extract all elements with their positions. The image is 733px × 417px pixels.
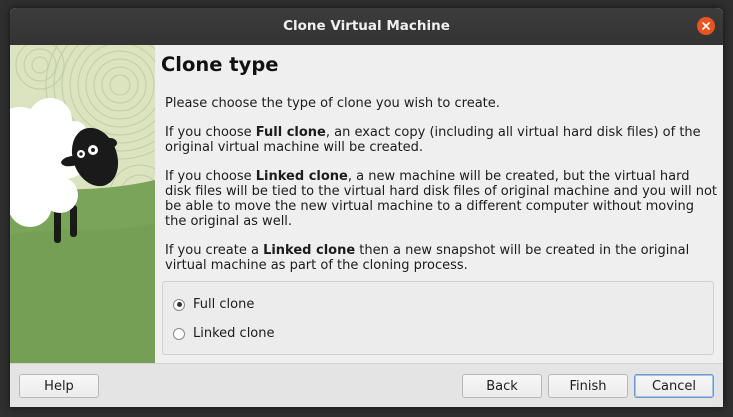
content-panel: Clone type Please choose the type of clo…	[155, 45, 723, 363]
button-bar: Help Back Finish Cancel	[10, 363, 723, 407]
full-clone-radio[interactable]	[173, 298, 185, 311]
page-title: Clone type	[161, 53, 279, 76]
description-emphasis: Linked clone	[263, 243, 356, 258]
close-icon	[702, 22, 710, 30]
description-emphasis: Linked clone	[255, 169, 348, 184]
help-button[interactable]: Help	[19, 374, 99, 398]
linked-clone-description: If you choose Linked clone, a new machin…	[165, 169, 717, 229]
intro-text: Please choose the type of clone you wish…	[165, 96, 500, 111]
description-text: If you choose	[165, 125, 256, 140]
linked-clone-label[interactable]: Linked clone	[193, 326, 275, 341]
linked-clone-option[interactable]: Linked clone	[173, 326, 275, 341]
clone-type-group: Full clone Linked clone	[162, 281, 714, 355]
full-clone-option[interactable]: Full clone	[173, 297, 254, 312]
close-button[interactable]	[697, 17, 715, 35]
sheep-illustration	[10, 45, 155, 363]
full-clone-label[interactable]: Full clone	[193, 297, 254, 312]
clone-vm-dialog: Clone Virtual Machine Clone type Please …	[10, 8, 723, 407]
full-clone-description: If you choose Full clone, an exact copy …	[165, 125, 717, 155]
description-text: If you create a	[165, 243, 264, 258]
title-bar: Clone Virtual Machine	[10, 8, 723, 45]
back-button[interactable]: Back	[462, 374, 542, 398]
finish-button[interactable]: Finish	[548, 374, 628, 398]
description-text: If you choose	[165, 169, 256, 184]
window-title: Clone Virtual Machine	[283, 18, 450, 34]
cancel-button[interactable]: Cancel	[634, 374, 714, 398]
snapshot-description: If you create a Linked clone then a new …	[165, 243, 717, 273]
linked-clone-radio[interactable]	[173, 327, 185, 340]
description-emphasis: Full clone	[255, 125, 326, 140]
